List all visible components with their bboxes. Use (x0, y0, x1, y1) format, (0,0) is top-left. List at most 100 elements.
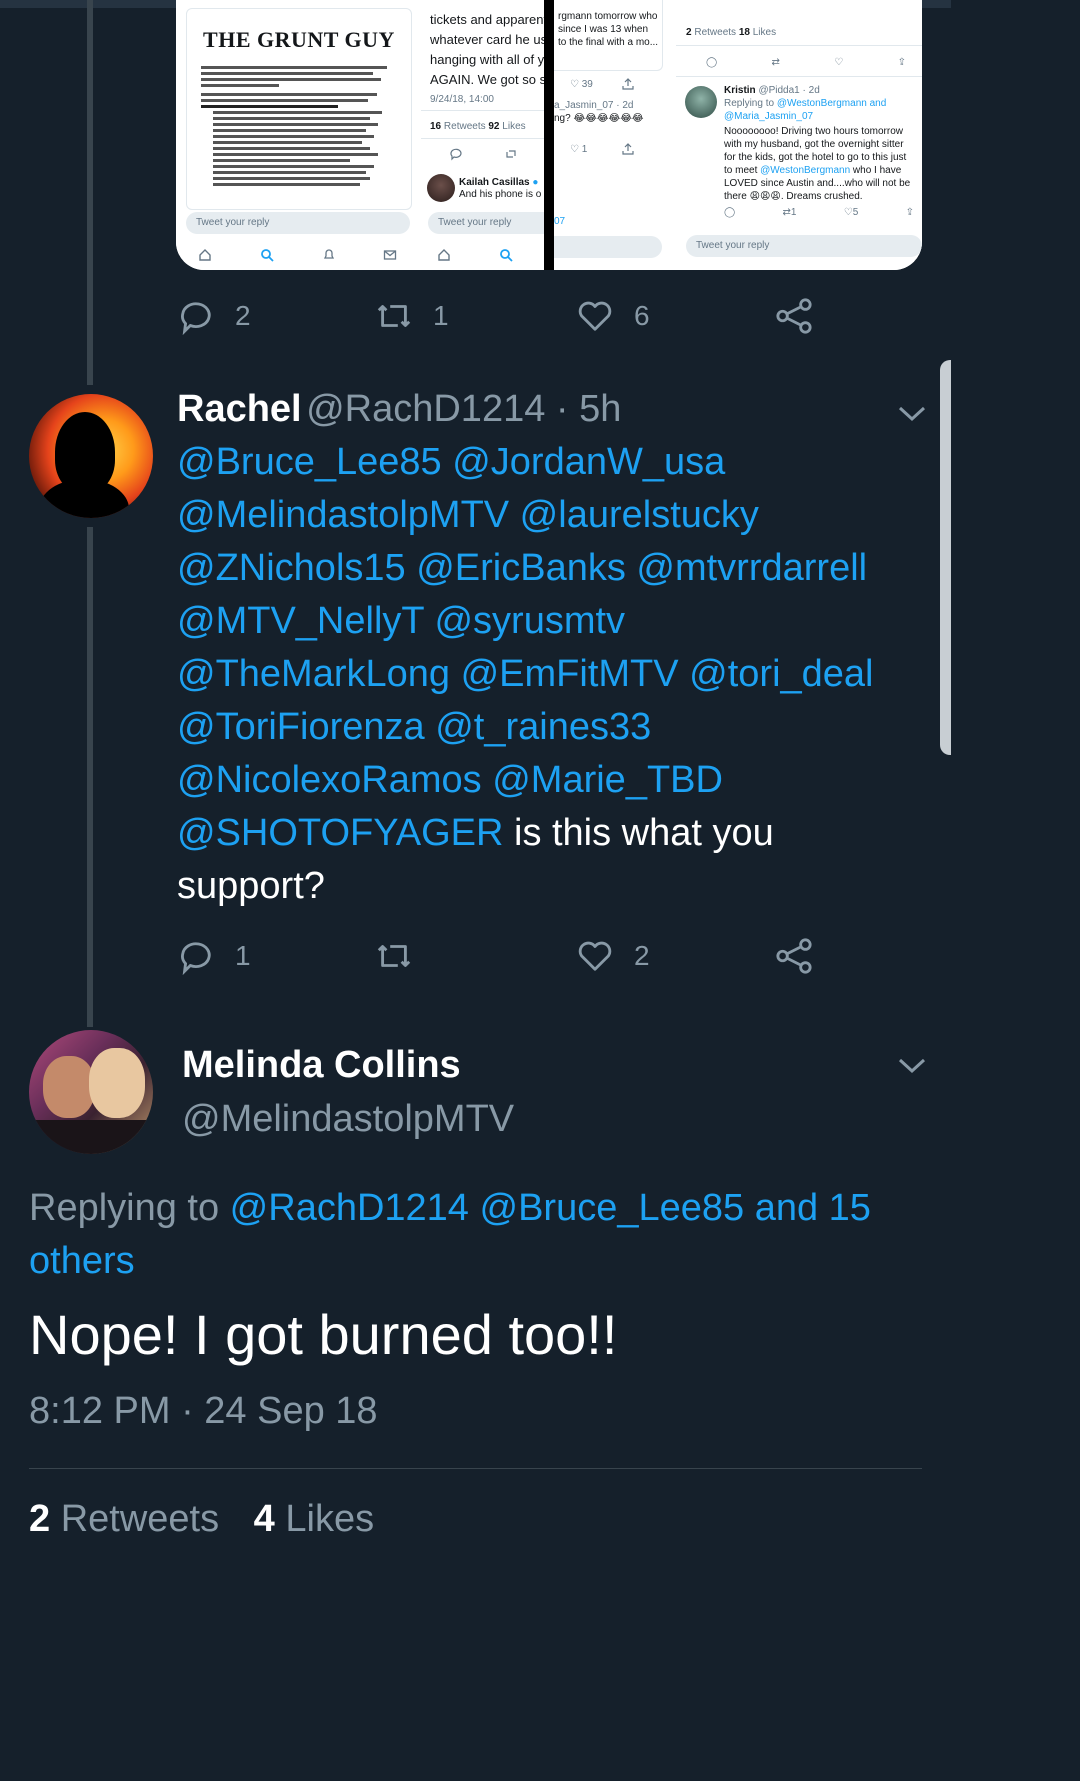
document-card: THE GRUNT GUY (186, 8, 412, 210)
retweet-count: 1 (433, 300, 449, 331)
like-count[interactable]: ♡ 39 (570, 78, 593, 91)
share-icon[interactable] (622, 78, 634, 90)
user-handle[interactable]: @RachD1214 · 5h (306, 388, 621, 430)
embedded-stats: 2 Retweets 18 Likes (686, 27, 777, 38)
like-button[interactable]: 6 (576, 297, 650, 335)
document-title: THE GRUNT GUY (203, 27, 395, 52)
verified-icon: ● (532, 177, 539, 188)
like-count[interactable]: ♡5 (844, 206, 859, 219)
chevron-down-icon[interactable] (897, 404, 927, 424)
home-icon[interactable] (437, 248, 451, 262)
text-line: AGAIN. We got so sc (430, 72, 544, 87)
retweet-icon[interactable] (504, 147, 518, 161)
quoted-text: rgmann tomorrow who since I was 13 when … (558, 11, 659, 48)
share-icon[interactable] (622, 143, 634, 155)
text-line: hanging with all of yo (430, 52, 544, 67)
tweet-header: Rachel @RachD1214 · 5h (177, 388, 621, 431)
reply-count: 2 (235, 300, 251, 331)
divider (29, 1468, 922, 1469)
share-icon[interactable]: ⇪ (898, 56, 906, 69)
embedded-timestamp: 9/24/18, 14:00 (430, 94, 494, 105)
display-name[interactable]: Melinda Collins (182, 1044, 461, 1087)
display-name[interactable]: Rachel (177, 388, 302, 430)
reply-input[interactable]: Tweet your reply (186, 212, 410, 234)
avatar[interactable] (29, 1030, 153, 1154)
embedded-stats: 16 Retweets 92 Likes (430, 121, 526, 132)
kristin-action-row: ◯ ⇄1 ♡5 ⇪ (724, 206, 914, 219)
user-handle[interactable]: @MelindastolpMTV (182, 1098, 514, 1141)
share-button[interactable] (775, 297, 833, 335)
avatar[interactable] (685, 86, 717, 118)
replying-to-link[interactable]: @RachD1214 @Bruce_Lee85 and 15 (230, 1187, 871, 1229)
like-count: 2 (634, 940, 650, 971)
share-icon[interactable]: ⇪ (906, 206, 914, 219)
engagement-stats: 2 Retweets 4 Likes (29, 1498, 374, 1541)
heart-icon (578, 941, 612, 971)
reply-button[interactable]: 2 (177, 297, 251, 335)
like-button[interactable]: 2 (576, 937, 650, 975)
notifications-icon[interactable] (322, 248, 336, 262)
tweet-text: Nope! I got burned too!! (29, 1303, 618, 1366)
tweet-line: @NicolexoRamos @Marie_TBD (177, 759, 723, 801)
text-line: tickets and apparent (430, 12, 544, 27)
retweet-button[interactable]: 1 (375, 297, 449, 335)
link-fragment: 07 (554, 216, 566, 227)
thread-line-top (87, 0, 93, 385)
reply-handle: a_Jasmin_07 · 2d (554, 100, 634, 111)
home-icon[interactable] (198, 248, 212, 262)
embedded-image-collage[interactable]: THE GRUNT GUY Tweet your reply tickets a… (176, 0, 922, 270)
reply-like-count[interactable]: ♡ 1 (570, 143, 587, 156)
reply-button[interactable]: 1 (177, 937, 251, 975)
reply-icon[interactable]: ◯ (724, 206, 735, 219)
tweet-line: @SHOTOFYAGER is this what you (177, 812, 774, 854)
reply-text: ng? 😂😂😂😂😂😂 (554, 113, 644, 124)
tweet-line: support? (177, 865, 325, 907)
heart-icon (578, 301, 612, 331)
embedded-action-row: ◯ ⇄ ♡ ⇪ (706, 56, 906, 69)
search-icon[interactable] (260, 248, 274, 262)
tweet-line: @MTV_NellyT @syrusmtv (177, 600, 626, 642)
embedded-panel-tweet-detail: tickets and apparent whatever card he us… (421, 0, 544, 270)
reply-input[interactable]: Tweet your reply (686, 235, 922, 257)
messages-icon[interactable] (383, 248, 397, 262)
like-icon[interactable]: ♡ (834, 56, 843, 69)
share-icon (776, 298, 812, 334)
embedded-panel-replies: rgmann tomorrow who since I was 13 when … (554, 0, 676, 270)
embedded-tweet-text: tickets and apparent whatever card he us… (430, 10, 544, 90)
embedded-panel-document: THE GRUNT GUY Tweet your reply (176, 0, 421, 270)
thread-line-middle (87, 527, 93, 1027)
reply-icon[interactable] (449, 147, 463, 161)
quoted-card: rgmann tomorrow who since I was 13 when … (554, 0, 663, 71)
chevron-down-icon[interactable] (897, 1056, 927, 1076)
likes-stat[interactable]: 4 Likes (254, 1498, 374, 1540)
retweet-icon[interactable]: ⇄ (772, 56, 780, 69)
share-icon (776, 938, 812, 974)
replying-to-others-link[interactable]: others (29, 1240, 135, 1282)
reply-icon (181, 302, 211, 335)
tweet-line: @ZNichols15 @EricBanks @mtvrrdarrell (177, 547, 868, 589)
tweet-timestamp[interactable]: 8:12 PM · 24 Sep 18 (29, 1390, 378, 1433)
retweet-button[interactable] (375, 937, 433, 975)
tweet-line: @MelindastolpMTV @laurelstucky (177, 494, 759, 536)
kristin-tweet: Kristin @Pidda1 · 2d Replying to @Weston… (724, 85, 911, 202)
retweet-icon (377, 305, 411, 327)
tweet-body: @Bruce_Lee85 @JordanW_usa @MelindastolpM… (177, 436, 917, 913)
replying-to: Replying to @RachD1214 @Bruce_Lee85 and … (29, 1187, 871, 1282)
retweets-stat[interactable]: 2 Retweets (29, 1498, 219, 1540)
search-icon[interactable] (499, 248, 513, 262)
reply-input[interactable] (554, 236, 662, 258)
reply-count: 1 (235, 940, 251, 971)
embedded-reply-text: And his phone is o (459, 189, 542, 200)
scrollbar-handle[interactable] (940, 360, 951, 755)
avatar[interactable] (427, 174, 455, 202)
text-line: whatever card he use (430, 32, 544, 47)
share-button[interactable] (775, 937, 833, 975)
reply-input[interactable]: Tweet your reply (428, 212, 544, 234)
reply-icon[interactable]: ◯ (706, 56, 717, 69)
tweet-line: @ToriFiorenza @t_raines33 (177, 706, 652, 748)
retweet-count[interactable]: ⇄1 (783, 206, 797, 219)
tweet-line: @Bruce_Lee85 @JordanW_usa (177, 441, 726, 483)
embedded-panel-kristin-reply: 2 Retweets 18 Likes ◯ ⇄ ♡ ⇪ Kristin @Pidda1… (676, 0, 922, 270)
image-divider (544, 0, 554, 270)
avatar[interactable] (29, 394, 153, 518)
